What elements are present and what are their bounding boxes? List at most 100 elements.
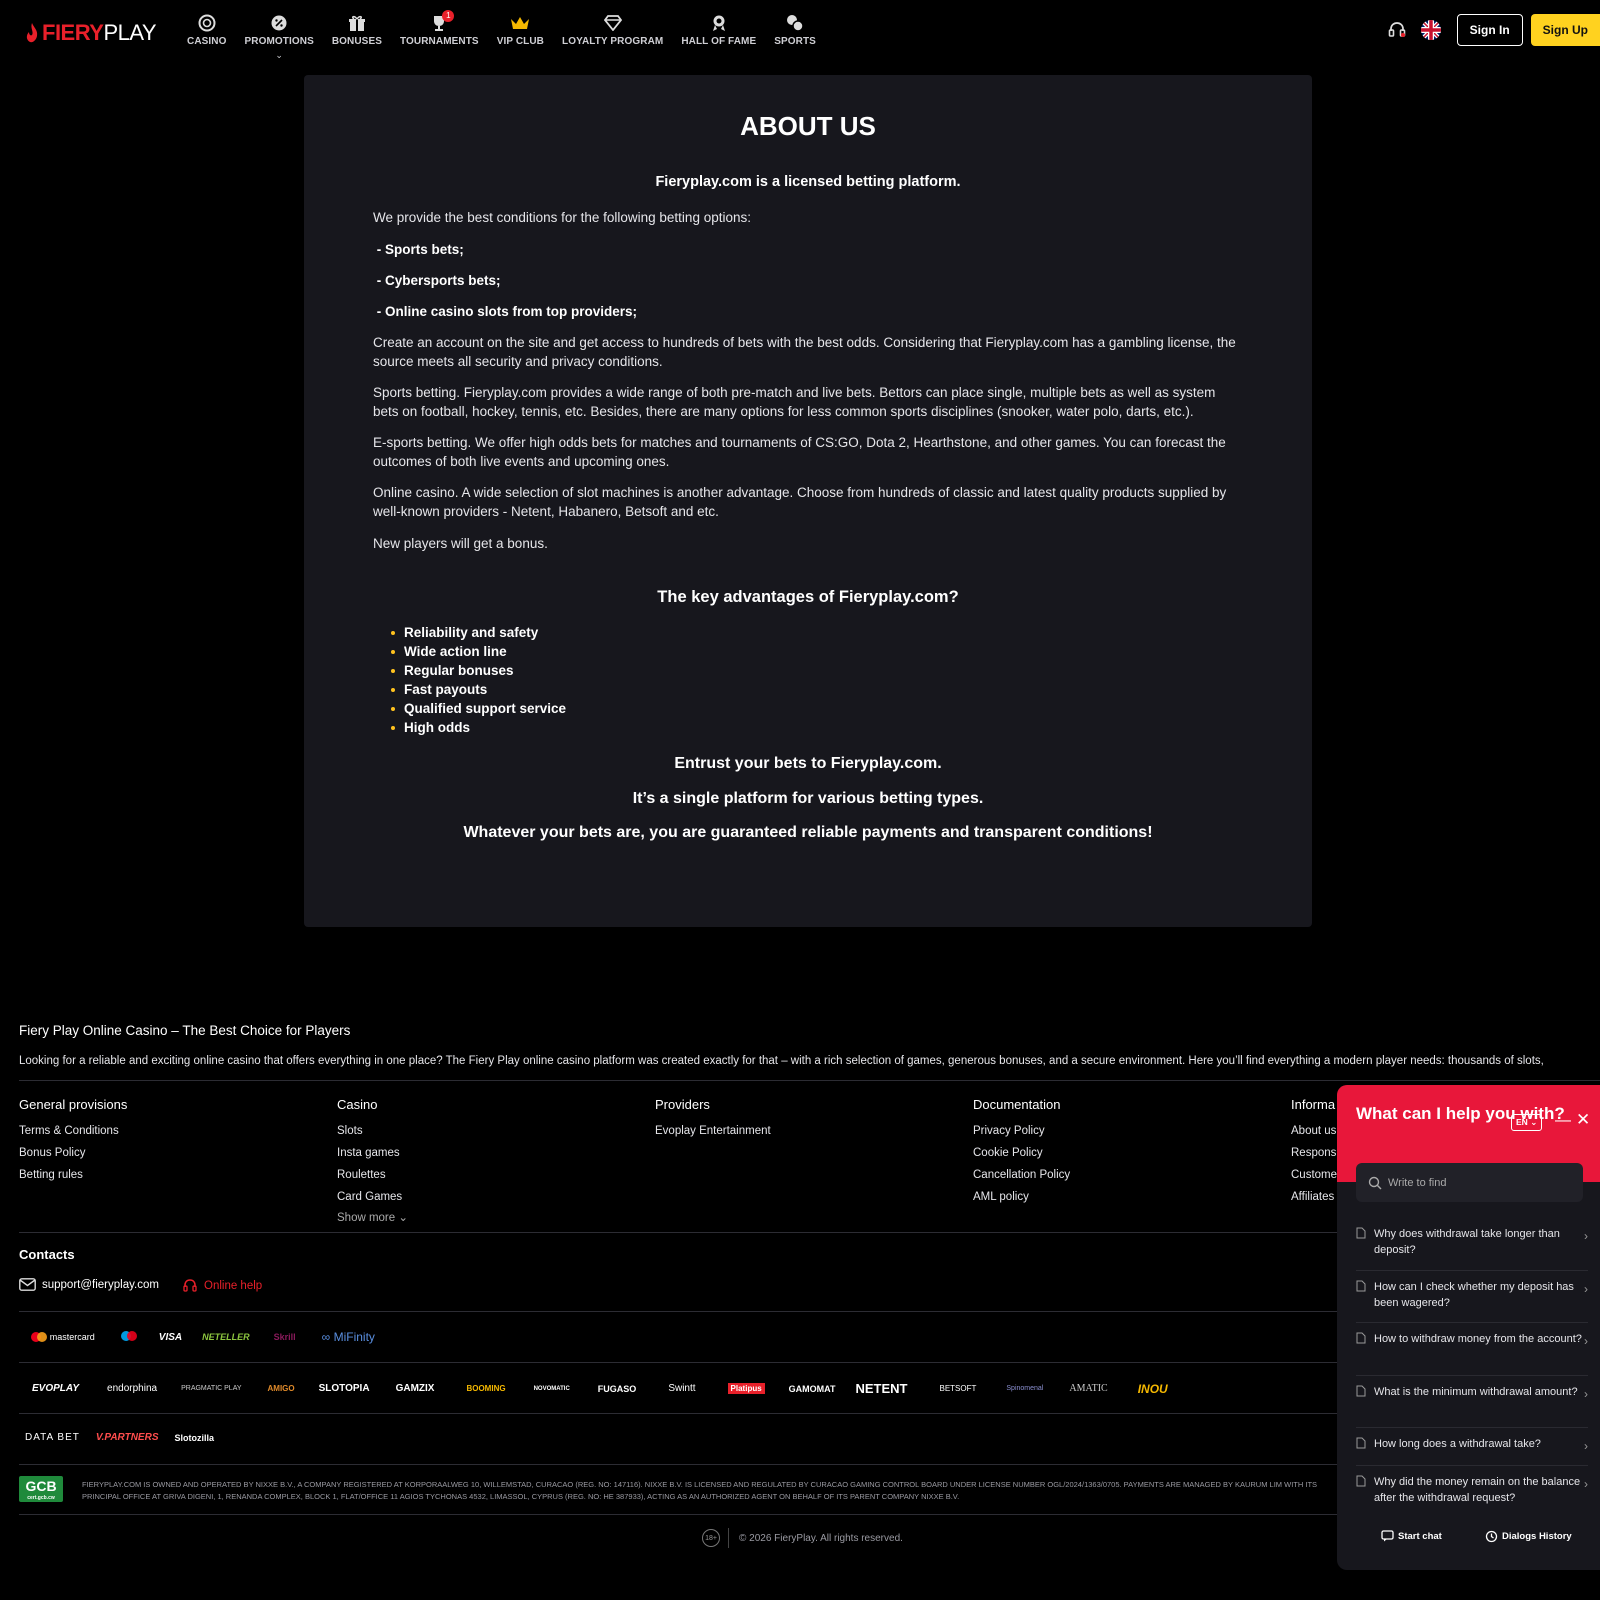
faq-item[interactable]: How long does a withdrawal take? ›: [1356, 1428, 1588, 1466]
nav-tournaments[interactable]: 1 TOURNAMENTS: [391, 10, 488, 47]
nav-loyalty-program-label: LOYALTY PROGRAM: [562, 36, 664, 47]
divider: [728, 1528, 729, 1548]
dialogs-history-button[interactable]: Dialogs History: [1485, 1530, 1572, 1543]
footer-col-providers: Providers Evoplay Entertainment: [655, 1097, 771, 1142]
faq-item[interactable]: What is the minimum withdrawal amount? ›: [1356, 1376, 1588, 1428]
start-chat-label: Start chat: [1398, 1530, 1442, 1542]
sign-up-button[interactable]: Sign Up: [1530, 14, 1600, 46]
option-cybersports: - Cybersports bets;: [373, 273, 501, 288]
affiliates-link[interactable]: Affiliates: [1291, 1186, 1337, 1208]
provider-logo: SLOTOPIA: [318, 1383, 370, 1394]
faq-item[interactable]: How to withdraw money from the account? ›: [1356, 1323, 1588, 1376]
copyright-text: © 2026 FieryPlay. All rights reserved.: [739, 1532, 903, 1544]
responsible-link[interactable]: Respons: [1291, 1142, 1337, 1164]
contacts-title: Contacts: [19, 1247, 75, 1262]
provider-logo: INOU: [1137, 1381, 1168, 1396]
age-18-icon: 18+: [702, 1529, 720, 1547]
nav-sports-label: SPORTS: [774, 36, 816, 47]
faq-item[interactable]: How can I check whether my deposit has b…: [1356, 1271, 1588, 1323]
infinity-icon: ∞: [321, 1330, 331, 1344]
terms-link[interactable]: Terms & Conditions: [19, 1120, 127, 1142]
email-contact[interactable]: support@fieryplay.com: [19, 1278, 159, 1291]
customer-link[interactable]: Custome: [1291, 1164, 1337, 1186]
nav-promotions[interactable]: PROMOTIONS ⌄: [236, 12, 323, 60]
faq-question: How can I check whether my deposit has b…: [1374, 1280, 1574, 1309]
about-subtitle: Fieryplay.com is a licensed betting plat…: [655, 174, 961, 190]
option-sports: - Sports bets;: [373, 242, 464, 257]
page-title: ABOUT US: [740, 111, 876, 141]
divider: [19, 1080, 1600, 1081]
paragraph-bonus: New players will get a bonus.: [373, 536, 548, 551]
flame-icon: [26, 23, 38, 43]
chevron-right-icon: ›: [1584, 1477, 1588, 1491]
headset-support-icon[interactable]: [1387, 20, 1407, 40]
fieryplay-logo[interactable]: FIERY PLAY: [24, 20, 157, 46]
language-select[interactable]: EN ⌄: [1511, 1114, 1543, 1131]
cookie-policy-link[interactable]: Cookie Policy: [973, 1142, 1070, 1164]
list-item: Qualified support service: [390, 701, 567, 716]
footer-col-title: General provisions: [19, 1097, 128, 1112]
language-value: EN: [1516, 1117, 1528, 1127]
paragraph-sports-betting: Sports betting. Fieryplay.com provides a…: [373, 385, 1216, 419]
logo-play-text: PLAY: [103, 20, 157, 45]
faq-item[interactable]: Why does withdrawal take longer than dep…: [1356, 1218, 1588, 1271]
nav-casino[interactable]: CASINO: [178, 12, 236, 47]
chevron-right-icon: ›: [1584, 1334, 1588, 1348]
betting-rules-link[interactable]: Betting rules: [19, 1164, 127, 1186]
sign-in-button[interactable]: Sign In: [1456, 14, 1523, 46]
paragraph-esports-betting: E-sports betting. We offer high odds bet…: [373, 435, 1226, 469]
faq-question: Why did the money remain on the balance …: [1374, 1476, 1581, 1504]
nav-bonuses[interactable]: BONUSES: [323, 12, 391, 47]
uk-flag-icon[interactable]: [1420, 20, 1441, 40]
document-icon: [1356, 1437, 1366, 1449]
insta-games-link[interactable]: Insta games: [337, 1142, 408, 1164]
list-item: Fast payouts: [390, 680, 566, 699]
about-intro: We provide the best conditions for the f…: [373, 210, 751, 225]
cancellation-policy-link[interactable]: Cancellation Policy: [973, 1164, 1070, 1186]
nav-vip-club-label: VIP CLUB: [496, 36, 544, 47]
maestro-logo: [120, 1330, 137, 1344]
online-help-link[interactable]: Online help: [182, 1278, 262, 1294]
minimize-icon[interactable]: —: [1555, 1112, 1571, 1130]
close-icon[interactable]: ✕: [1576, 1110, 1590, 1130]
online-help-text: Online help: [204, 1280, 263, 1292]
gcb-seal[interactable]: GCB cert.gcb.cw: [19, 1476, 63, 1502]
faq-list: Why does withdrawal take longer than dep…: [1356, 1218, 1588, 1519]
partner-logo: V.PARTNERS: [95, 1432, 159, 1443]
partner-logo: DATA BET: [25, 1432, 80, 1443]
help-search-input[interactable]: Write to find: [1356, 1163, 1583, 1202]
payments-row: mastercard VISA NETELLER Skrill ∞ MiFini…: [0, 1330, 375, 1344]
provider-logo: Swintt: [668, 1383, 696, 1394]
nav-hall-of-fame[interactable]: HALL OF FAME: [672, 12, 765, 47]
search-icon: [1368, 1176, 1382, 1189]
mifinity-logo: ∞ MiFinity: [322, 1330, 375, 1344]
mifinity-label: MiFinity: [333, 1330, 375, 1344]
bonus-policy-link[interactable]: Bonus Policy: [19, 1142, 127, 1164]
provider-logo: NOVOMATIC: [533, 1385, 570, 1392]
roulettes-link[interactable]: Roulettes: [337, 1164, 408, 1186]
help-widget: What can I help you with? EN ⌄ — ✕ Write…: [1337, 1085, 1600, 1570]
option-casino: - Online casino slots from top providers…: [373, 304, 638, 319]
logo-fiery-text: FIERY: [42, 20, 104, 45]
closing-line-3: Whatever your bets are, you are guarante…: [463, 824, 1153, 841]
privacy-policy-link[interactable]: Privacy Policy: [973, 1120, 1070, 1142]
nav-vip-club[interactable]: VIP CLUB: [488, 12, 553, 47]
start-chat-button[interactable]: Start chat: [1381, 1530, 1442, 1542]
provider-logo: Platipus: [727, 1383, 765, 1394]
award-icon: [708, 12, 730, 34]
evoplay-link[interactable]: Evoplay Entertainment: [655, 1120, 771, 1142]
partner-logo: Slotozilla: [174, 1432, 215, 1443]
chat-icon: [1381, 1530, 1394, 1542]
footer-col-title: Informa: [1291, 1097, 1336, 1112]
aml-policy-link[interactable]: AML policy: [973, 1186, 1070, 1208]
show-more-button[interactable]: Show more ⌄: [337, 1212, 408, 1224]
closing-line-2: It’s a single platform for various betti…: [632, 790, 984, 807]
nav-loyalty-program[interactable]: LOYALTY PROGRAM: [553, 12, 672, 47]
slots-link[interactable]: Slots: [337, 1120, 408, 1142]
chevron-down-icon: ⌄: [275, 50, 283, 60]
about-us-link[interactable]: About us: [1291, 1120, 1337, 1142]
nav-sports[interactable]: SPORTS: [765, 12, 825, 47]
provider-logo: EVOPLAY: [32, 1383, 80, 1394]
card-games-link[interactable]: Card Games: [337, 1186, 408, 1208]
footer-intro: Looking for a reliable and exciting onli…: [19, 1055, 1544, 1067]
